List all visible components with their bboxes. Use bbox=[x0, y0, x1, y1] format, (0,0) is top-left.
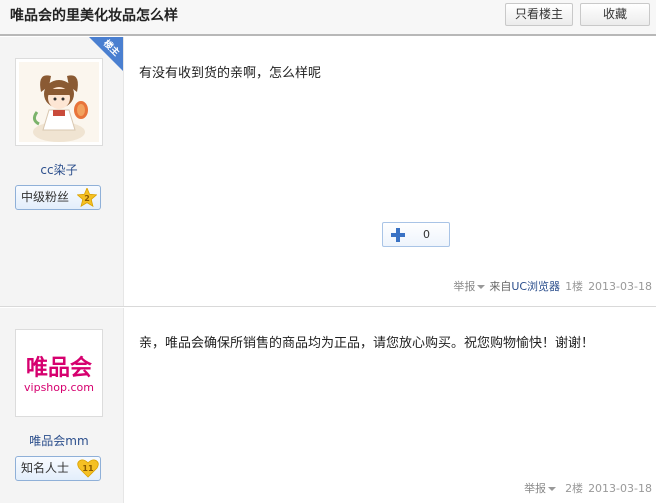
svg-text:11: 11 bbox=[82, 464, 94, 473]
author-sidebar: cc染子 中级粉丝 2 楼主 bbox=[0, 37, 124, 306]
dropdown-arrow-icon bbox=[548, 487, 557, 491]
dropdown-arrow-icon bbox=[477, 285, 486, 289]
username[interactable]: 唯品会mm bbox=[0, 432, 118, 449]
badge-label: 知名人士 bbox=[21, 461, 70, 475]
post-date: 2013-03-18 bbox=[588, 280, 652, 293]
badge-label: 中级粉丝 bbox=[21, 190, 70, 204]
post-floor-1: cc染子 中级粉丝 2 楼主 有没有收到货的亲啊，怎么样呢 0 举报 来自UC浏览… bbox=[0, 37, 656, 307]
svg-text:2: 2 bbox=[84, 194, 90, 203]
fan-level-badge[interactable]: 中级粉丝 2 bbox=[15, 185, 101, 210]
avatar[interactable]: 唯品会 vipshop.com bbox=[15, 329, 103, 417]
report-link[interactable]: 举报 bbox=[524, 482, 560, 495]
svg-text:vipshop.com: vipshop.com bbox=[24, 381, 94, 394]
post-content: 有没有收到货的亲啊，怎么样呢 bbox=[139, 66, 322, 81]
floor-number: 1楼 bbox=[565, 280, 584, 293]
report-link[interactable]: 举报 bbox=[453, 280, 489, 293]
username[interactable]: cc染子 bbox=[0, 161, 118, 178]
vipshop-logo-avatar: 唯品会 vipshop.com bbox=[19, 333, 99, 413]
post-date: 2013-03-18 bbox=[588, 482, 652, 495]
floor-number: 2楼 bbox=[565, 482, 584, 495]
avatar[interactable] bbox=[15, 58, 103, 146]
plus-count: 0 bbox=[423, 228, 430, 241]
only-op-button[interactable]: 只看楼主 bbox=[505, 3, 573, 26]
thread-header: 唯品会的里美化妆品怎么样 只看楼主 收藏 bbox=[0, 0, 656, 36]
fan-level-badge[interactable]: 知名人士 11 bbox=[15, 456, 101, 481]
source-link[interactable]: UC浏览器 bbox=[511, 280, 560, 293]
anime-avatar-image bbox=[19, 62, 99, 142]
post-content: 亲，唯品会确保所销售的商品均为正品，请您放心购买。祝您购物愉快！谢谢！ bbox=[139, 336, 595, 351]
favorite-button[interactable]: 收藏 bbox=[580, 3, 650, 26]
post-footer: 举报 来自UC浏览器 1楼 2013-03-18 bbox=[453, 278, 652, 294]
plus-one-button[interactable]: 0 bbox=[382, 222, 450, 247]
post-footer: 举报 2楼 2013-03-18 bbox=[524, 480, 652, 496]
plus-icon bbox=[390, 227, 406, 243]
level-star-icon: 2 bbox=[76, 186, 98, 208]
post-floor-2: 唯品会 vipshop.com 唯品会mm 知名人士 11 亲，唯品会确保所销售… bbox=[0, 308, 656, 503]
level-heart-icon: 11 bbox=[77, 459, 99, 478]
svg-text:唯品会: 唯品会 bbox=[26, 355, 92, 381]
source-info: 来自UC浏览器 bbox=[489, 280, 561, 293]
thread-title: 唯品会的里美化妆品怎么样 bbox=[10, 8, 178, 24]
author-sidebar: 唯品会 vipshop.com 唯品会mm 知名人士 11 bbox=[0, 308, 124, 503]
